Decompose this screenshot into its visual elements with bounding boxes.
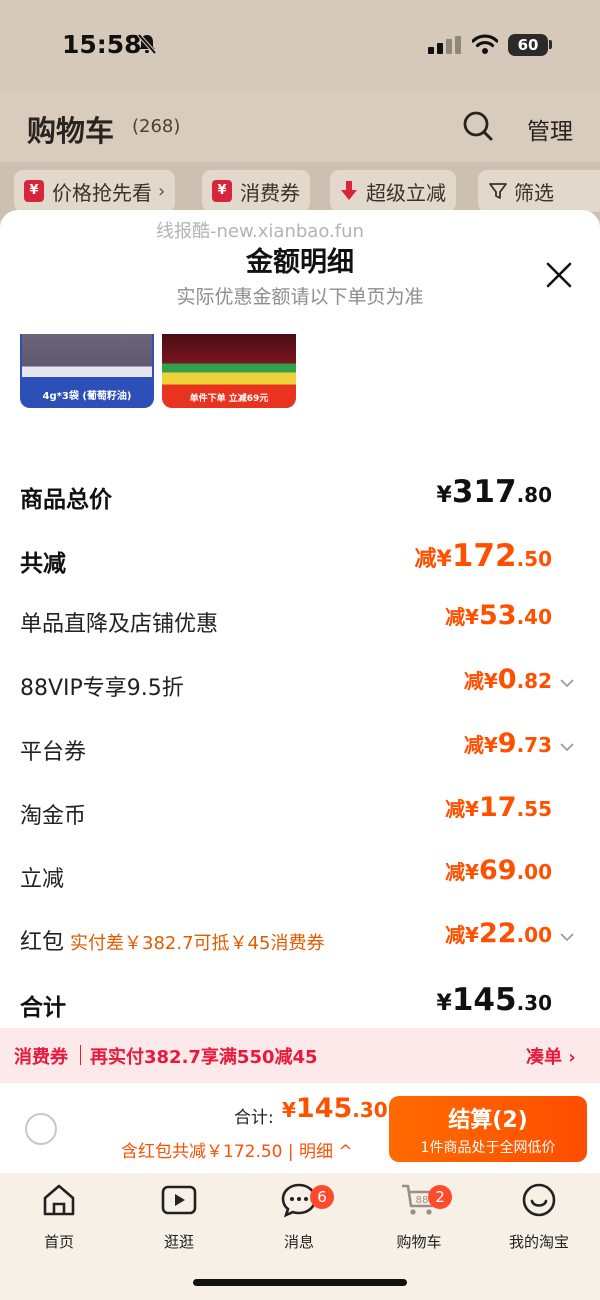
- row-value: ¥317.80: [436, 474, 552, 510]
- row-value: 减¥9.73: [463, 728, 552, 759]
- product-thumbnail[interactable]: 4g*3袋 (葡萄籽油): [20, 334, 154, 408]
- divider: [80, 1045, 81, 1065]
- filter-label: 筛选: [514, 180, 554, 205]
- tab-label: 首页: [43, 1233, 74, 1251]
- tab-label: 消息: [283, 1233, 314, 1251]
- row-label: 平台券: [20, 740, 87, 765]
- home-icon: [43, 1184, 75, 1216]
- filter-label: 价格抢先看: [52, 180, 152, 205]
- row-subtotal: 商品总价 ¥317.80: [20, 474, 580, 514]
- row-value: 减¥172.50: [414, 538, 552, 574]
- checkout-button[interactable]: 结算(2) 1件商品处于全网低价: [389, 1096, 587, 1162]
- down-arrow-icon: [341, 181, 357, 200]
- coupon-text: 再实付382.7享满550减45: [90, 1047, 318, 1068]
- app-header: 购物车 (268) 管理: [0, 90, 600, 162]
- svg-text:88: 88: [416, 1195, 429, 1206]
- row-value: 减¥17.55: [445, 792, 552, 823]
- row-grand-total: 合计 ¥145.30: [20, 982, 580, 1022]
- play-icon: [161, 1185, 197, 1215]
- row-taojinbi: 淘金币 减¥17.55: [20, 792, 580, 832]
- manage-button[interactable]: 管理: [527, 112, 573, 146]
- row-label: 红包 实付差￥382.7可抵￥45消费券: [20, 930, 325, 955]
- row-88vip[interactable]: 88VIP专享9.5折 减¥0.82: [20, 664, 580, 704]
- total-value: ¥145.30: [282, 1093, 388, 1124]
- tab-profile[interactable]: 我的淘宝: [494, 1181, 584, 1252]
- total-caption: 合计:: [234, 1108, 274, 1128]
- row-label: 88VIP专享9.5折: [20, 676, 184, 701]
- sheet-subtitle: 实际优惠金额请以下单页为准: [176, 286, 424, 308]
- profile-icon: [522, 1183, 556, 1217]
- row-label: 合计: [20, 995, 66, 1021]
- row-label: 单品直降及店铺优惠: [20, 612, 219, 637]
- filter-consumption-coupon[interactable]: ¥ 消费券: [202, 170, 310, 212]
- amount-detail-sheet: 线报酷-new.xianbao.fun 金额明细 实际优惠金额请以下单页为准 4…: [0, 210, 600, 1028]
- chevron-right-icon: ›: [158, 180, 166, 202]
- tab-label: 逛逛: [163, 1233, 194, 1251]
- checkout-bar: 合计: ¥145.30 含红包共减￥172.50 | 明细 ^ 结算(2) 1件…: [0, 1083, 600, 1173]
- tab-browse[interactable]: 逛逛: [134, 1181, 224, 1252]
- thumbnail-caption: 4g*3袋 (葡萄籽油): [42, 391, 132, 402]
- red-packet-hint: 实付差￥382.7可抵￥45消费券: [70, 933, 325, 954]
- coupon-icon: ¥: [212, 180, 232, 202]
- row-platform-coupon[interactable]: 平台券 减¥9.73: [20, 728, 580, 768]
- funnel-icon: [489, 183, 507, 199]
- filter-label: 消费券: [240, 180, 300, 205]
- row-label: 商品总价: [20, 487, 112, 513]
- close-icon[interactable]: [544, 260, 574, 290]
- status-time: 15:58: [62, 30, 142, 59]
- row-instant-discount: 立减 减¥69.00: [20, 855, 580, 895]
- row-red-packet[interactable]: 红包 实付差￥382.7可抵￥45消费券 减¥22.00: [20, 918, 580, 958]
- coupon-tag: 消费券: [14, 1047, 68, 1068]
- chevron-down-icon[interactable]: [560, 740, 574, 754]
- row-label: 立减: [20, 867, 65, 892]
- tab-cart[interactable]: 88 购物车 2: [374, 1181, 464, 1252]
- sheet-title: 金额明细: [246, 247, 354, 278]
- row-value: 减¥22.00: [445, 918, 552, 949]
- tab-messages[interactable]: 消息 6: [254, 1181, 344, 1252]
- tab-label: 购物车: [396, 1233, 442, 1251]
- thumbnail-caption: 单件下单 立减69元: [189, 394, 269, 404]
- product-thumbnail[interactable]: 单件下单 立减69元: [162, 334, 296, 408]
- row-value: 减¥69.00: [445, 855, 552, 886]
- status-bar: 15:58 60: [0, 0, 600, 90]
- message-badge: 6: [310, 1185, 334, 1209]
- row-value: 减¥0.82: [463, 664, 552, 695]
- row-value: 减¥53.40: [445, 600, 552, 631]
- filter-button[interactable]: 筛选: [478, 170, 600, 212]
- price-tag-icon: ¥: [24, 180, 44, 202]
- chevron-down-icon[interactable]: [560, 930, 574, 944]
- row-label: 共减: [20, 551, 66, 577]
- row-store-discount: 单品直降及店铺优惠 减¥53.40: [20, 600, 580, 640]
- row-total-discount: 共减 减¥172.50: [20, 538, 580, 578]
- row-value: ¥145.30: [436, 982, 552, 1018]
- signal-icon: [428, 36, 461, 54]
- checkout-sublabel: 1件商品处于全网低价: [420, 1140, 556, 1156]
- filter-super-discount[interactable]: 超级立减: [330, 170, 456, 212]
- coupon-bar: 消费券 再实付382.7享满550减45 凑单 ›: [0, 1028, 600, 1083]
- tab-home[interactable]: 首页: [14, 1181, 104, 1252]
- cart-badge: 2: [428, 1185, 452, 1209]
- wifi-icon: [472, 34, 498, 54]
- home-indicator: [193, 1279, 407, 1286]
- battery-indicator: 60: [508, 34, 548, 56]
- add-items-link[interactable]: 凑单 ›: [526, 1043, 576, 1069]
- filter-price-preview[interactable]: ¥ 价格抢先看 ›: [14, 170, 176, 212]
- checkout-label: 结算(2): [448, 1108, 528, 1133]
- select-all-checkbox[interactable]: [25, 1113, 57, 1145]
- bell-muted-icon: [137, 33, 157, 55]
- discount-detail-toggle[interactable]: 含红包共减￥172.50 | 明细 ^: [121, 1137, 353, 1162]
- search-icon[interactable]: [462, 110, 494, 142]
- battery-tip: [549, 40, 552, 49]
- row-label: 淘金币: [20, 804, 87, 829]
- chevron-down-icon[interactable]: [560, 676, 574, 690]
- page-title: 购物车: [27, 114, 115, 148]
- cart-count: (268): [132, 116, 181, 137]
- filter-label: 超级立减: [366, 180, 446, 205]
- tab-label: 我的淘宝: [508, 1233, 569, 1251]
